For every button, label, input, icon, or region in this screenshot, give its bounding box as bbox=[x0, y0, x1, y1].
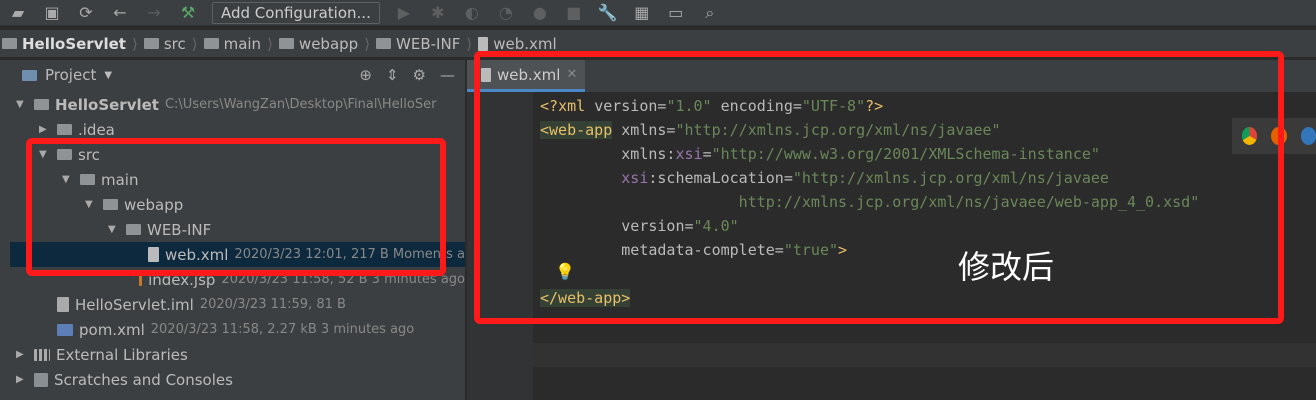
debug-icon[interactable]: ✱ bbox=[428, 3, 448, 22]
add-configuration-button[interactable]: Add Configuration... bbox=[212, 1, 380, 24]
project-view-selector[interactable]: Project bbox=[45, 66, 96, 84]
tree-item[interactable]: pom.xml 2020/3/23 11:58, 2.27 kB 3 minute… bbox=[10, 317, 465, 342]
breadcrumb-label: src bbox=[163, 34, 186, 53]
tree-item-label: HelloServlet.iml bbox=[75, 295, 194, 314]
coverage-icon[interactable]: ◐ bbox=[462, 3, 482, 22]
breadcrumb-item[interactable]: src bbox=[143, 34, 186, 53]
breadcrumb-separator: ⟩ bbox=[267, 34, 273, 53]
hide-icon[interactable]: — bbox=[440, 66, 455, 84]
edge-icon[interactable] bbox=[1300, 127, 1316, 145]
current-line-highlight bbox=[533, 343, 1316, 367]
breadcrumb-separator: ⟩ bbox=[364, 34, 371, 53]
tree-item-meta: 2020/3/23 11:59, 81 B bbox=[199, 297, 346, 312]
folder-icon bbox=[376, 38, 392, 49]
module-icon bbox=[2, 38, 17, 49]
libraries-icon bbox=[34, 348, 50, 361]
attach-icon[interactable]: ● bbox=[530, 3, 550, 22]
annotation-box-tree bbox=[26, 138, 446, 276]
breadcrumb-label: HelloServlet bbox=[22, 34, 126, 53]
project-structure-icon[interactable]: ▦ bbox=[632, 3, 652, 22]
annotation-box-editor bbox=[474, 51, 1284, 324]
tree-item-label: HelloServlet bbox=[55, 95, 159, 114]
tree-item[interactable]: ▶ External Libraries bbox=[10, 342, 465, 367]
terminal-icon[interactable]: ▭ bbox=[666, 3, 686, 22]
breadcrumb-item[interactable]: webapp bbox=[278, 34, 359, 53]
main-toolbar: ▰ ▣ ⟳ ← → ⚒ Add Configuration... ▶ ✱ ◐ ◔… bbox=[0, 0, 1316, 26]
xml-file-icon bbox=[478, 36, 489, 51]
maven-icon bbox=[57, 323, 73, 336]
breadcrumb-item[interactable]: web.xml bbox=[478, 34, 557, 53]
back-icon[interactable]: ← bbox=[110, 3, 130, 22]
open-icon[interactable]: ▰ bbox=[8, 3, 28, 22]
breadcrumb-separator: ⟩ bbox=[191, 34, 198, 53]
tree-item[interactable]: ▼ HelloServlet C:\Users\WangZan\Desktop\Fi… bbox=[10, 92, 465, 117]
project-panel-header: Project ▼ ⊕ ⇕ ⚙ — bbox=[10, 60, 465, 90]
collapse-all-icon[interactable]: ⇕ bbox=[386, 66, 399, 84]
forward-icon[interactable]: → bbox=[144, 3, 164, 22]
folder-icon bbox=[278, 38, 294, 49]
tree-item-label: pom.xml bbox=[79, 320, 145, 339]
tree-item-label: External Libraries bbox=[56, 345, 188, 364]
tree-item-label: .idea bbox=[78, 120, 115, 139]
locate-icon[interactable]: ⊕ bbox=[359, 66, 372, 84]
folder-icon bbox=[143, 38, 159, 49]
left-tool-strip[interactable] bbox=[0, 60, 10, 400]
expand-arrow-icon[interactable]: ▶ bbox=[39, 124, 51, 135]
breadcrumb-label: main bbox=[223, 34, 262, 53]
iml-icon bbox=[57, 297, 69, 312]
expand-arrow-icon[interactable]: ▶ bbox=[16, 374, 28, 385]
search-icon[interactable]: ⌕ bbox=[700, 3, 720, 23]
sync-icon[interactable]: ⟳ bbox=[76, 3, 96, 22]
breadcrumb-separator: ⟩ bbox=[466, 34, 473, 53]
tree-item[interactable]: HelloServlet.iml 2020/3/23 11:59, 81 B bbox=[10, 292, 465, 317]
annotation-text: 修改后 bbox=[958, 248, 1055, 286]
expand-arrow-icon[interactable]: ▼ bbox=[16, 99, 28, 110]
tree-item-meta: C:\Users\WangZan\Desktop\Final\HelloSer bbox=[164, 97, 437, 112]
breadcrumb-item[interactable]: WEB-INF bbox=[376, 35, 460, 53]
tree-item[interactable]: ▶ Scratches and Consoles bbox=[10, 367, 465, 392]
module-icon bbox=[34, 99, 49, 110]
build-hammer-icon[interactable]: ⚒ bbox=[178, 3, 198, 22]
breadcrumb-label: WEB-INF bbox=[396, 34, 461, 53]
gear-icon[interactable]: ⚙ bbox=[413, 66, 426, 84]
settings-wrench-icon[interactable]: 🔧 bbox=[598, 3, 618, 22]
profile-icon[interactable]: ◔ bbox=[496, 3, 516, 22]
breadcrumb-item[interactable]: HelloServlet bbox=[2, 35, 126, 53]
project-icon bbox=[22, 69, 37, 81]
breadcrumb-separator: ⟩ bbox=[131, 34, 138, 53]
stop-icon[interactable]: ■ bbox=[564, 3, 584, 22]
chevron-down-icon[interactable]: ▼ bbox=[104, 70, 112, 81]
expand-arrow-icon[interactable]: ▶ bbox=[16, 349, 28, 360]
tree-item-label: Scratches and Consoles bbox=[54, 370, 233, 389]
folder-icon bbox=[57, 124, 72, 135]
scratches-icon bbox=[34, 372, 48, 387]
breadcrumb-label: webapp bbox=[298, 34, 359, 53]
save-icon[interactable]: ▣ bbox=[42, 3, 62, 22]
folder-icon bbox=[203, 38, 219, 49]
tree-item-meta: 2020/3/23 11:58, 2.27 kB 3 minutes ago bbox=[150, 322, 415, 337]
run-icon[interactable]: ▶ bbox=[394, 3, 414, 22]
breadcrumb-item[interactable]: main bbox=[203, 34, 262, 53]
breadcrumb-label: web.xml bbox=[493, 34, 557, 53]
